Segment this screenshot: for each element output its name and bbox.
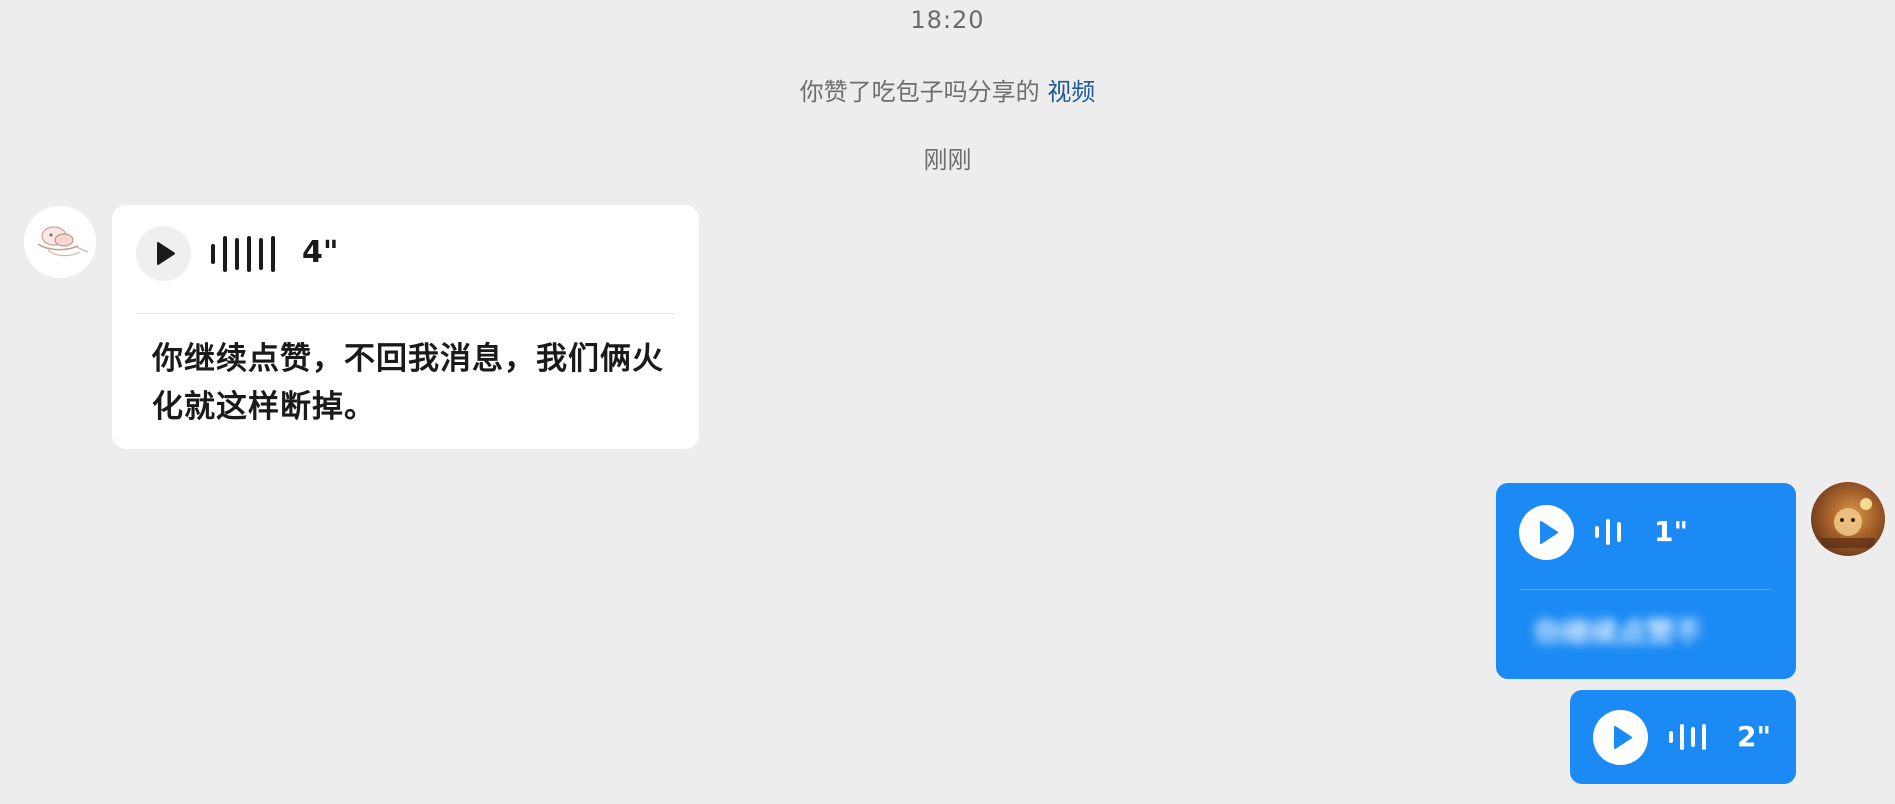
- video-link[interactable]: 视频: [1047, 78, 1095, 106]
- play-button[interactable]: [136, 226, 191, 281]
- photo-avatar-icon: [1821, 498, 1875, 548]
- outgoing-voice-message[interactable]: 2": [1570, 690, 1796, 784]
- sketch-illustration-icon: [24, 206, 96, 278]
- incoming-voice-message[interactable]: 4" 你继续点赞，不回我消息，我们俩火化就这样断掉。: [112, 205, 699, 449]
- blurred-transcript: 你继续点赞不: [1534, 616, 1703, 649]
- voice-duration: 4": [302, 235, 339, 270]
- relative-time: 刚刚: [923, 146, 972, 174]
- play-button[interactable]: [1593, 710, 1648, 765]
- waveform-icon: [211, 233, 275, 275]
- voice-transcript: 你继续点赞，不回我消息，我们俩火化就这样断掉。: [152, 341, 664, 425]
- play-icon: [157, 242, 175, 265]
- like-notice-text: 你赞了吃包子吗分享的: [799, 78, 1048, 106]
- transcript-divider: [1520, 589, 1772, 590]
- waveform-icon: [1669, 722, 1706, 752]
- transcript-divider: [136, 313, 675, 314]
- contact-avatar[interactable]: [24, 206, 96, 278]
- play-icon: [1540, 521, 1558, 544]
- play-icon: [1614, 726, 1632, 749]
- user-avatar[interactable]: [1811, 482, 1885, 556]
- outgoing-voice-message[interactable]: 1" 你继续点赞不: [1496, 483, 1796, 679]
- voice-duration: 2": [1737, 720, 1772, 753]
- message-timestamp: 18:20: [910, 6, 985, 34]
- voice-duration: 1": [1654, 515, 1689, 548]
- play-button[interactable]: [1519, 505, 1574, 560]
- waveform-icon: [1595, 517, 1621, 547]
- like-notice: 你赞了吃包子吗分享的 视频: [0, 72, 1895, 107]
